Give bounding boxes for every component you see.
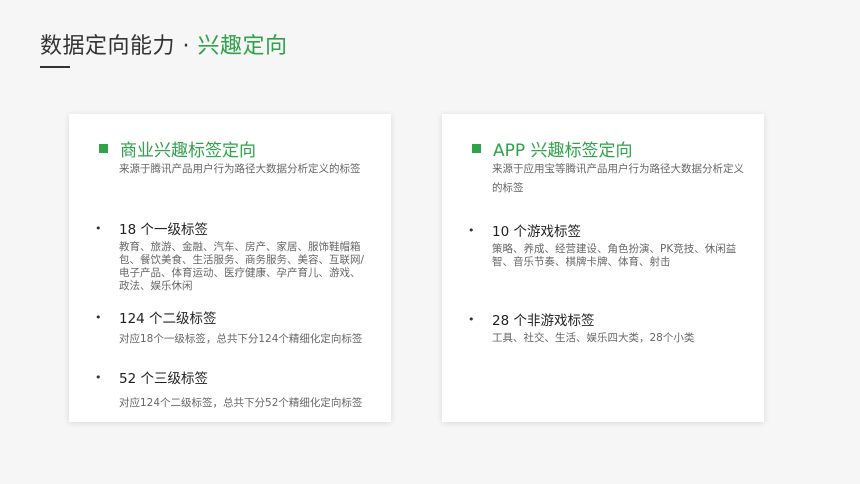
card-subtitle: 来源于应用宝等腾讯产品用户行为路径大数据分析定义的标签 xyxy=(492,163,744,194)
card-subtitle: 来源于腾讯产品用户行为路径大数据分析定义的标签 xyxy=(119,163,361,175)
green-square-icon xyxy=(472,144,481,153)
card-heading-text: APP 兴趣标签定向 xyxy=(493,141,633,161)
bullet-icon: • xyxy=(95,310,102,324)
list-item: • 28 个非游戏标签 工具、社交、生活、娱乐四大类，28个小类 xyxy=(468,309,748,345)
card-heading: APP 兴趣标签定向 xyxy=(472,136,633,161)
item-title: 18 个一级标签 xyxy=(119,222,208,238)
list-item: • 10 个游戏标签 策略、养成、经营建设、角色扮演、PK竞技、休闲益智、音乐节… xyxy=(468,220,748,269)
item-title: 10 个游戏标签 xyxy=(492,224,581,240)
bullet-icon: • xyxy=(95,370,102,384)
item-title: 52 个三级标签 xyxy=(119,371,208,387)
card-heading-text: 商业兴趣标签定向 xyxy=(120,141,256,161)
bullet-icon: • xyxy=(468,223,475,237)
item-desc: 对应124个二级标签，总共下分52个精细化定向标签 xyxy=(119,397,363,409)
item-title: 28 个非游戏标签 xyxy=(492,313,595,329)
card-heading: 商业兴趣标签定向 xyxy=(99,136,256,161)
page-title-accent: 兴趣定向 xyxy=(197,34,288,59)
list-item: • 52 个三级标签 对应124个二级标签，总共下分52个精细化定向标签 xyxy=(95,367,375,410)
business-interest-card: 商业兴趣标签定向 来源于腾讯产品用户行为路径大数据分析定义的标签 • 18 个一… xyxy=(69,114,391,422)
page-title-main: 数据定向能力 · xyxy=(40,34,198,59)
item-title: 124 个二级标签 xyxy=(119,311,217,327)
item-desc: 策略、养成、经营建设、角色扮演、PK竞技、休闲益智、音乐节奏、棋牌卡牌、体育、射… xyxy=(492,243,737,268)
item-desc: 工具、社交、生活、娱乐四大类，28个小类 xyxy=(492,332,695,344)
list-item: • 124 个二级标签 对应18个一级标签，总共下分124个精细化定向标签 xyxy=(95,307,375,346)
list-item: • 18 个一级标签 教育、旅游、金融、汽车、房产、家居、服饰鞋帽箱包、餐饮美食… xyxy=(95,218,375,293)
bullet-icon: • xyxy=(95,221,102,235)
app-interest-card: APP 兴趣标签定向 来源于应用宝等腾讯产品用户行为路径大数据分析定义的标签 •… xyxy=(442,114,764,422)
item-desc: 对应18个一级标签，总共下分124个精细化定向标签 xyxy=(119,333,363,345)
page-title: 数据定向能力 · 兴趣定向 xyxy=(40,28,288,60)
green-square-icon xyxy=(99,144,108,153)
bullet-icon: • xyxy=(468,312,475,326)
title-underline xyxy=(40,66,70,68)
item-desc: 教育、旅游、金融、汽车、房产、家居、服饰鞋帽箱包、餐饮美食、生活服务、商务服务、… xyxy=(119,241,365,292)
